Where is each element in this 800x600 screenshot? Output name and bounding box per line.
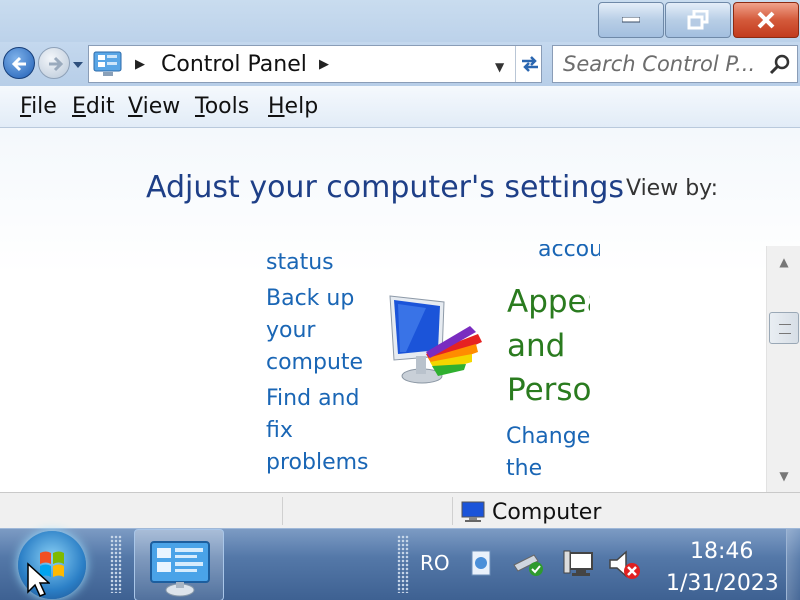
recent-pages-dropdown-icon[interactable]	[72, 60, 84, 70]
link-view-status[interactable]: status	[266, 250, 334, 275]
safely-remove-hardware-icon[interactable]	[512, 551, 546, 577]
refresh-button[interactable]	[515, 46, 543, 82]
link-back-up[interactable]: Back up	[266, 286, 354, 311]
taskbar: RO 18:46 1/31/2023	[0, 528, 800, 600]
menu-edit[interactable]: Edit	[72, 94, 115, 119]
network-icon[interactable]	[562, 549, 596, 579]
content-area: Adjust your computer's settings View by:…	[0, 128, 800, 492]
menu-view[interactable]: View	[128, 94, 180, 119]
title-bar	[0, 0, 800, 42]
taskbar-control-panel-button[interactable]	[134, 529, 224, 600]
search-input[interactable]	[563, 52, 759, 76]
appearance-heading[interactable]: and	[507, 328, 565, 364]
status-divider	[282, 497, 283, 525]
forward-arrow-icon	[49, 56, 64, 72]
search-box[interactable]	[552, 45, 798, 83]
close-button[interactable]	[733, 2, 799, 38]
notification-tray-app-icon[interactable]	[468, 549, 496, 579]
link-change-theme[interactable]: Change	[506, 424, 590, 449]
breadcrumb-chevron-icon[interactable]: ▶	[135, 57, 145, 72]
control-panel-icon	[150, 541, 210, 597]
clock-date[interactable]: 1/31/2023	[666, 571, 779, 596]
restore-icon	[687, 10, 709, 30]
language-indicator[interactable]: RO	[420, 551, 450, 575]
breadcrumb-control-panel[interactable]: Control Panel	[161, 52, 307, 77]
appearance-heading[interactable]: Appea	[507, 284, 590, 320]
menu-bar: File Edit View Tools Help	[0, 86, 800, 128]
breadcrumb-chevron-icon[interactable]: ▶	[319, 57, 329, 72]
category-list: status Back up your compute Find and fix…	[0, 244, 766, 492]
refresh-icon	[521, 56, 538, 72]
minimize-icon	[622, 17, 640, 23]
appearance-personalization-icon[interactable]	[386, 294, 486, 388]
control-panel-icon	[93, 51, 122, 76]
scroll-thumb[interactable]	[769, 312, 799, 344]
restore-button[interactable]	[665, 2, 731, 38]
volume-muted-icon[interactable]	[608, 549, 642, 581]
link-back-up[interactable]: your	[266, 318, 315, 343]
computer-icon	[461, 501, 485, 522]
minimize-button[interactable]	[598, 2, 664, 38]
menu-file[interactable]: File	[20, 94, 57, 119]
back-arrow-icon	[11, 56, 26, 72]
link-change-theme[interactable]: the	[506, 456, 542, 481]
menu-tools[interactable]: Tools	[195, 94, 249, 119]
appearance-heading[interactable]: Perso	[507, 372, 590, 408]
status-divider	[452, 497, 453, 525]
page-title: Adjust your computer's settings	[146, 170, 625, 205]
link-find-fix-problems[interactable]: problems	[266, 450, 369, 475]
back-button[interactable]	[3, 47, 35, 79]
close-icon	[757, 11, 775, 29]
mouse-cursor-icon	[27, 562, 50, 597]
scroll-down-arrow-icon[interactable]: ▼	[767, 460, 800, 492]
taskbar-grip[interactable]	[110, 535, 122, 593]
address-dropdown-icon[interactable]: ▼	[495, 60, 504, 74]
status-bar: Computer	[0, 492, 800, 528]
link-back-up[interactable]: compute	[266, 350, 363, 375]
view-by-label: View by:	[626, 176, 718, 201]
address-bar[interactable]: ▶ Control Panel ▶ ▼	[88, 45, 542, 83]
status-text: Computer	[492, 500, 602, 525]
taskbar-grip[interactable]	[397, 535, 409, 593]
navigation-bar: ▶ Control Panel ▶ ▼	[0, 42, 800, 86]
scroll-up-arrow-icon[interactable]: ▲	[767, 246, 800, 278]
search-icon[interactable]	[769, 54, 791, 76]
link-find-fix-problems[interactable]: Find and	[266, 386, 359, 411]
clock-time[interactable]: 18:46	[690, 539, 753, 564]
menu-help[interactable]: Help	[268, 94, 318, 119]
vertical-scrollbar[interactable]: ▲ ▼	[766, 246, 800, 492]
forward-button[interactable]	[38, 47, 70, 79]
link-find-fix-problems[interactable]: fix	[266, 418, 293, 443]
link-user-accounts[interactable]: accou	[538, 244, 600, 262]
show-desktop-button[interactable]	[786, 529, 800, 600]
